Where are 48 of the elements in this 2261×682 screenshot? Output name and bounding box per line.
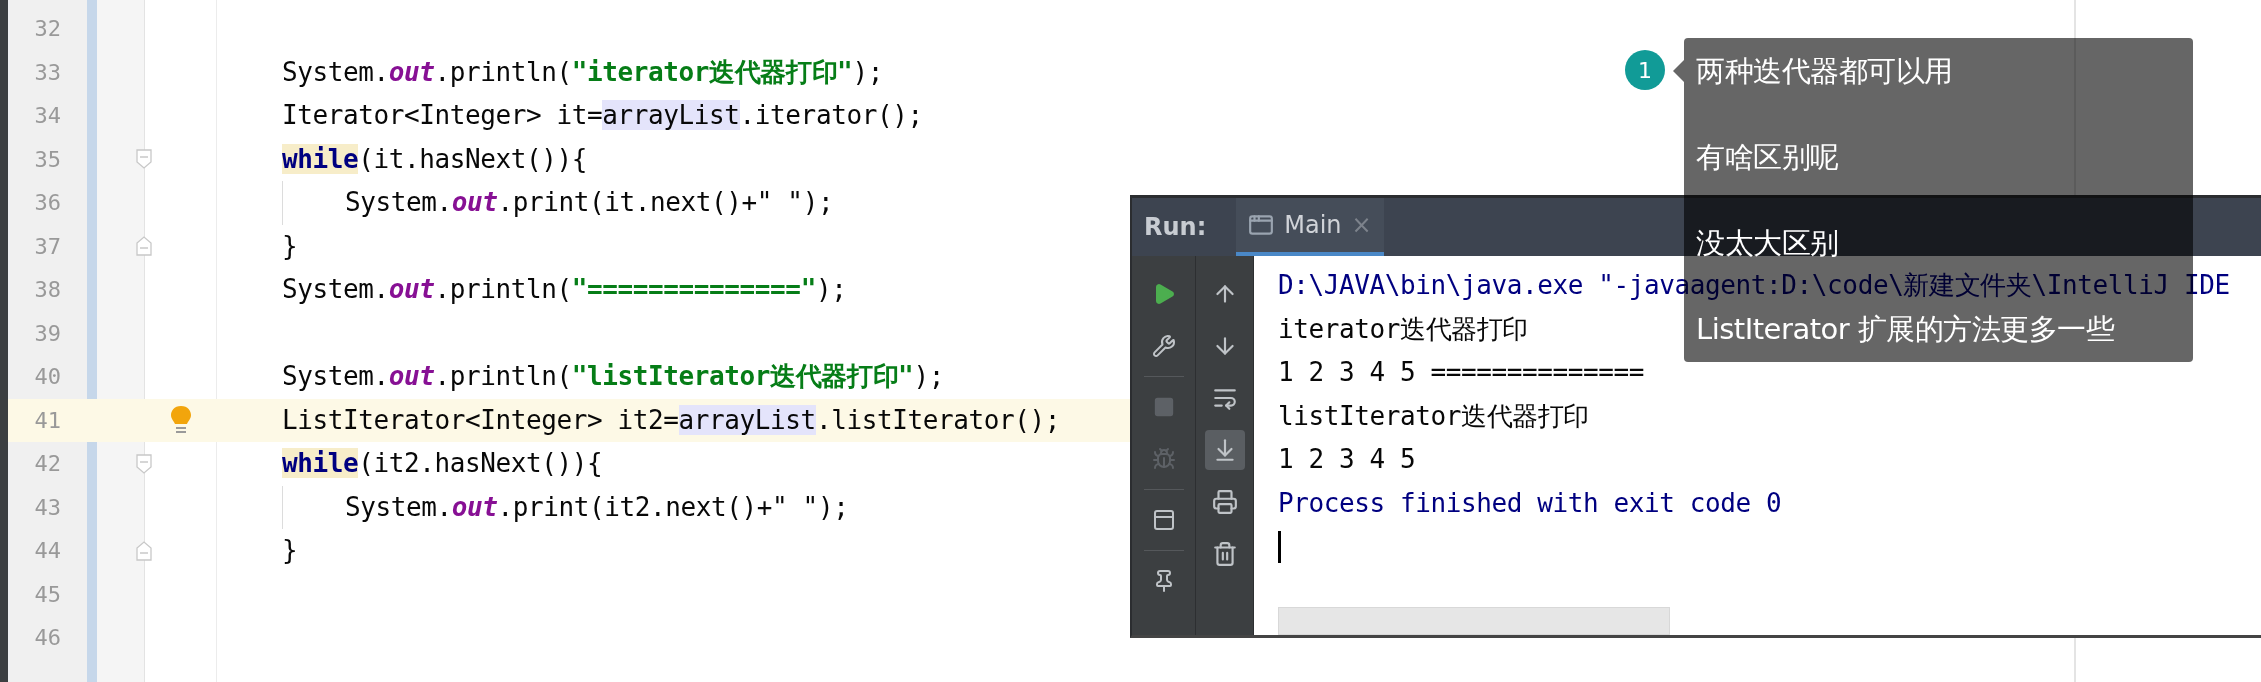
run-tab[interactable]: Main × bbox=[1236, 198, 1384, 256]
lightbulb-icon[interactable] bbox=[169, 405, 192, 436]
text-cursor bbox=[1278, 531, 1281, 563]
line-number: 35 bbox=[33, 145, 62, 174]
console-line: Process finished with exit code 0 bbox=[1278, 486, 1782, 520]
tool-button[interactable] bbox=[1204, 430, 1245, 470]
code-line: System.out.println("iterator迭代器打印"); bbox=[282, 55, 883, 89]
line-number: 46 bbox=[33, 624, 62, 652]
line-number: 33 bbox=[33, 58, 62, 87]
line-number: 38 bbox=[33, 276, 62, 304]
code-line: } bbox=[282, 534, 298, 567]
line-number: 36 bbox=[33, 189, 62, 217]
run-label: Run: bbox=[1144, 213, 1207, 241]
scrollbar[interactable] bbox=[1278, 607, 1670, 635]
line-number: 44 bbox=[33, 537, 62, 565]
line-number: 43 bbox=[33, 493, 62, 522]
tooltip-text: 没太大区别 bbox=[1696, 225, 1840, 262]
tooltip-arrow bbox=[1673, 60, 1684, 82]
tooltip-text: 两种迭代器都可以用 bbox=[1696, 53, 1954, 90]
line-number: 45 bbox=[33, 580, 62, 609]
layout-icon bbox=[1151, 508, 1176, 532]
code-line: System.out.println("listIterator迭代器打印"); bbox=[282, 360, 944, 393]
line-number: 34 bbox=[33, 102, 62, 130]
console-line: iterator迭代器打印 bbox=[1278, 312, 1529, 346]
tooltip-text: ListIterator 扩展的方法更多一些 bbox=[1696, 311, 2116, 348]
line-number: 32 bbox=[33, 15, 62, 43]
bug-icon bbox=[1151, 447, 1176, 471]
code-line: System.out.print(it.next()+" "); bbox=[345, 186, 834, 219]
line-number: 42 bbox=[33, 450, 62, 478]
code-line: System.out.print(it2.next()+" "); bbox=[345, 490, 849, 524]
wrench-icon bbox=[1151, 334, 1176, 358]
code-line: ListIterator<Integer> it2=arrayList.listIterator(); bbox=[282, 403, 1060, 437]
code-line: Iterator<Integer> it=arrayList.iterator(); bbox=[282, 99, 923, 132]
code-line: while(it.hasNext()){ bbox=[282, 142, 588, 176]
line-number: 37 bbox=[33, 232, 62, 261]
console-line: 1 2 3 4 5 bbox=[1278, 443, 1416, 476]
line-number: 39 bbox=[33, 319, 62, 348]
console-line: 1 2 3 4 5 ============== bbox=[1278, 356, 1645, 389]
tooltip-text: 有啥区别呢 bbox=[1696, 139, 1840, 176]
code-line: while(it2.hasNext()){ bbox=[282, 447, 603, 480]
trash-icon bbox=[1211, 541, 1238, 567]
printer-icon bbox=[1211, 489, 1238, 515]
code-line: System.out.println("=============="); bbox=[282, 273, 847, 306]
line-number: 40 bbox=[33, 363, 62, 391]
console-icon bbox=[1248, 212, 1275, 238]
code-line: } bbox=[282, 229, 298, 263]
stop-icon bbox=[1152, 396, 1175, 418]
console-line: listIterator迭代器打印 bbox=[1278, 399, 1590, 433]
